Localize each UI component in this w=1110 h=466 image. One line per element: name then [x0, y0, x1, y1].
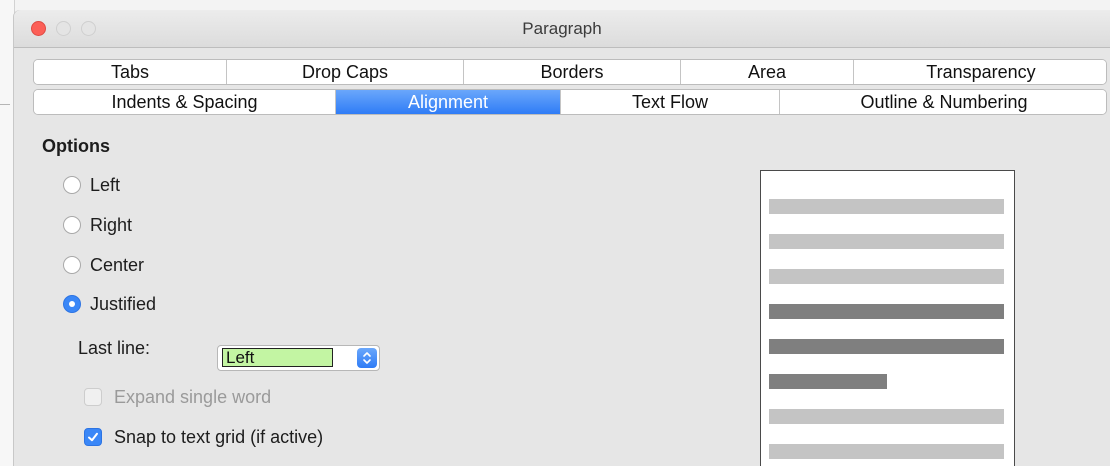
tab-area[interactable]: Area [681, 60, 854, 84]
checkbox-label: Expand single word [114, 386, 272, 407]
checkmark-icon [88, 432, 98, 442]
radio-label: Right [90, 214, 133, 235]
radio-label: Justified [90, 293, 157, 314]
tab-row-1: Tabs Drop Caps Borders Area Transparency [33, 59, 1107, 85]
title-bar: Paragraph [14, 10, 1110, 48]
snap-to-grid-option[interactable]: Snap to text grid (if active) [84, 425, 323, 449]
tab-transparency[interactable]: Transparency [854, 60, 1106, 84]
snap-to-grid-checkbox[interactable] [84, 428, 102, 446]
tab-text-flow[interactable]: Text Flow [561, 90, 780, 114]
radio-label: Left [90, 174, 121, 195]
radio-button-selected[interactable] [63, 295, 81, 313]
paragraph-dialog: Paragraph Tabs Drop Caps Borders Area Tr… [14, 10, 1110, 466]
preview-line [769, 199, 1004, 214]
options-heading: Options [42, 136, 110, 156]
preview-line-active [769, 339, 1004, 354]
radio-right[interactable]: Right [63, 213, 132, 237]
radio-button[interactable] [63, 176, 81, 194]
radio-justified[interactable]: Justified [63, 292, 156, 316]
radio-center[interactable]: Center [63, 253, 144, 277]
window-title: Paragraph [522, 19, 602, 38]
tab-alignment[interactable]: Alignment [336, 90, 561, 114]
preview-line [769, 269, 1004, 284]
expand-single-word-checkbox[interactable] [84, 388, 102, 406]
preview-line [769, 409, 1004, 424]
radio-label: Center [90, 254, 145, 275]
expand-single-word-option[interactable]: Expand single word [84, 385, 271, 409]
radio-button[interactable] [63, 256, 81, 274]
radio-left[interactable]: Left [63, 173, 120, 197]
tab-borders[interactable]: Borders [464, 60, 681, 84]
tab-row-2: Indents & Spacing Alignment Text Flow Ou… [33, 89, 1107, 115]
tab-tabs[interactable]: Tabs [34, 60, 227, 84]
checkbox-label: Snap to text grid (if active) [114, 426, 324, 447]
chevron-up-down-icon[interactable] [357, 348, 377, 368]
radio-button[interactable] [63, 216, 81, 234]
last-line-value: Left [222, 348, 333, 367]
last-line-select[interactable]: Left [217, 345, 380, 371]
last-line-label: Last line: [78, 338, 151, 358]
preview-line-active [769, 304, 1004, 319]
preview-line [769, 234, 1004, 249]
background-window-edge [0, 0, 15, 466]
tab-outline-numbering[interactable]: Outline & Numbering [780, 90, 1106, 114]
tab-drop-caps[interactable]: Drop Caps [227, 60, 464, 84]
preview-line-active-last [769, 374, 887, 389]
tab-indents-spacing[interactable]: Indents & Spacing [34, 90, 336, 114]
alignment-preview [760, 170, 1015, 466]
preview-line [769, 444, 1004, 459]
